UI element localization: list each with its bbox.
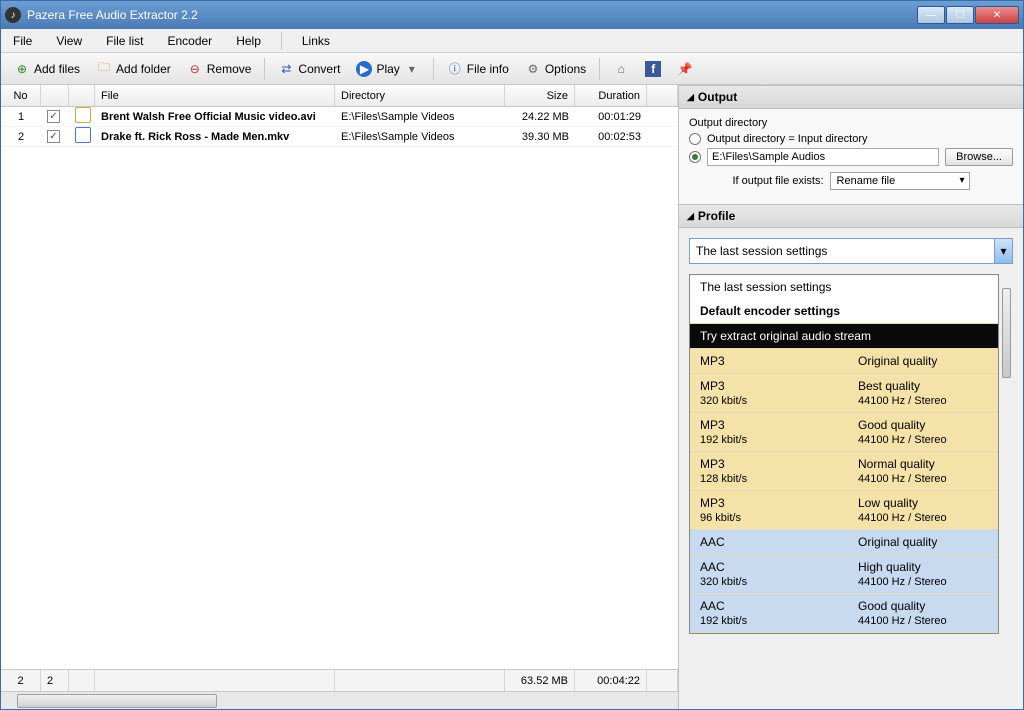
add-files-icon: ⊕	[14, 61, 30, 77]
folder-icon: 🗀	[96, 61, 112, 77]
toolbar: ⊕Add files 🗀Add folder ⊖Remove ⇄Convert …	[1, 53, 1023, 85]
facebook-icon: f	[645, 61, 661, 77]
home-icon: ⌂	[613, 61, 629, 77]
app-window: ♪ Pazera Free Audio Extractor 2.2 — ☐ ✕ …	[0, 0, 1024, 710]
profile-option[interactable]: AAC320 kbit/sHigh quality44100 Hz / Ster…	[690, 555, 998, 594]
file-info-button[interactable]: ⓘFile info	[440, 57, 516, 81]
facebook-button[interactable]: f	[638, 57, 668, 81]
col-icon[interactable]	[69, 85, 95, 106]
menu-help[interactable]: Help	[232, 32, 265, 50]
col-directory[interactable]: Directory	[335, 85, 505, 106]
profile-option[interactable]: MP3Original quality	[690, 349, 998, 374]
profile-option[interactable]: MP3192 kbit/sGood quality44100 Hz / Ster…	[690, 413, 998, 452]
pin-button[interactable]: 📌	[670, 57, 700, 81]
chevron-down-icon: ▾	[404, 61, 420, 77]
close-button[interactable]: ✕	[975, 6, 1019, 24]
col-file[interactable]: File	[95, 85, 335, 106]
file-type-icon	[75, 127, 91, 143]
remove-icon: ⊖	[187, 61, 203, 77]
menu-filelist[interactable]: File list	[102, 32, 147, 50]
profile-option[interactable]: AAC192 kbit/sGood quality44100 Hz / Ster…	[690, 594, 998, 633]
profile-panel-header[interactable]: ◢Profile	[679, 204, 1023, 228]
output-path-input[interactable]	[707, 148, 939, 166]
row-checkbox[interactable]: ✓	[47, 110, 60, 123]
grid-rows: 1 ✓ Brent Walsh Free Official Music vide…	[1, 107, 678, 669]
grid-header: No File Directory Size Duration	[1, 85, 678, 107]
window-title: Pazera Free Audio Extractor 2.2	[27, 8, 916, 22]
menu-file[interactable]: File	[9, 32, 36, 50]
col-size[interactable]: Size	[505, 85, 575, 106]
menubar: File View File list Encoder Help Links	[1, 29, 1023, 53]
output-dir-label: Output directory	[689, 117, 1013, 129]
col-extra[interactable]	[647, 85, 678, 106]
toolbar-separator	[433, 58, 434, 80]
dropdown-arrow-icon: ▾	[994, 239, 1012, 263]
add-folder-button[interactable]: 🗀Add folder	[89, 57, 178, 81]
radio-same-dir[interactable]	[689, 133, 701, 145]
play-icon: ▶	[356, 61, 372, 77]
options-button[interactable]: ⚙Options	[518, 57, 593, 81]
info-icon: ⓘ	[447, 61, 463, 77]
gear-icon: ⚙	[525, 61, 541, 77]
profile-option[interactable]: Default encoder settings	[690, 299, 998, 324]
radio-custom-dir[interactable]	[689, 151, 701, 163]
grid-footer: 2 2 63.52 MB 00:04:22	[1, 669, 678, 691]
profile-select[interactable]: The last session settings ▾	[689, 238, 1013, 264]
minimize-button[interactable]: —	[917, 6, 945, 24]
profile-option[interactable]: MP396 kbit/sLow quality44100 Hz / Stereo	[690, 491, 998, 530]
profile-dropdown: The last session settingsDefault encoder…	[689, 274, 999, 634]
maximize-button[interactable]: ☐	[946, 6, 974, 24]
profile-option[interactable]: The last session settings	[690, 275, 998, 299]
exists-label: If output file exists:	[732, 175, 823, 187]
col-duration[interactable]: Duration	[575, 85, 647, 106]
scroll-thumb[interactable]	[1002, 288, 1011, 378]
profile-option[interactable]: MP3128 kbit/sNormal quality44100 Hz / St…	[690, 452, 998, 491]
file-type-icon	[75, 107, 91, 123]
toolbar-separator	[264, 58, 265, 80]
pin-icon: 📌	[677, 61, 693, 77]
row-checkbox[interactable]: ✓	[47, 130, 60, 143]
exists-select[interactable]: Rename file	[830, 172, 970, 190]
right-panel: ◢Output Output directory Output director…	[679, 85, 1023, 709]
play-button[interactable]: ▶Play▾	[349, 57, 426, 81]
table-row[interactable]: 1 ✓ Brent Walsh Free Official Music vide…	[1, 107, 678, 127]
toolbar-separator	[599, 58, 600, 80]
convert-button[interactable]: ⇄Convert	[271, 57, 347, 81]
menu-encoder[interactable]: Encoder	[163, 32, 216, 50]
horizontal-scrollbar[interactable]	[1, 691, 678, 709]
file-list-panel: No File Directory Size Duration 1 ✓ Bren…	[1, 85, 679, 709]
collapse-icon: ◢	[687, 92, 694, 103]
col-check[interactable]	[41, 85, 69, 106]
collapse-icon: ◢	[687, 211, 694, 222]
convert-icon: ⇄	[278, 61, 294, 77]
profile-option[interactable]: AACOriginal quality	[690, 530, 998, 555]
output-panel: Output directory Output directory = Inpu…	[679, 109, 1023, 204]
menu-links[interactable]: Links	[298, 32, 334, 50]
profile-option[interactable]: Try extract original audio stream	[690, 324, 998, 349]
profile-option[interactable]: MP3320 kbit/sBest quality44100 Hz / Ster…	[690, 374, 998, 413]
table-row[interactable]: 2 ✓ Drake ft. Rick Ross - Made Men.mkv E…	[1, 127, 678, 147]
col-no[interactable]: No	[1, 85, 41, 106]
titlebar: ♪ Pazera Free Audio Extractor 2.2 — ☐ ✕	[1, 1, 1023, 29]
browse-button[interactable]: Browse...	[945, 148, 1013, 166]
app-icon: ♪	[5, 7, 21, 23]
menu-separator	[281, 32, 282, 50]
scroll-thumb[interactable]	[17, 694, 217, 708]
remove-button[interactable]: ⊖Remove	[180, 57, 259, 81]
add-files-button[interactable]: ⊕Add files	[7, 57, 87, 81]
home-button[interactable]: ⌂	[606, 57, 636, 81]
menu-view[interactable]: View	[52, 32, 86, 50]
output-panel-header[interactable]: ◢Output	[679, 85, 1023, 109]
